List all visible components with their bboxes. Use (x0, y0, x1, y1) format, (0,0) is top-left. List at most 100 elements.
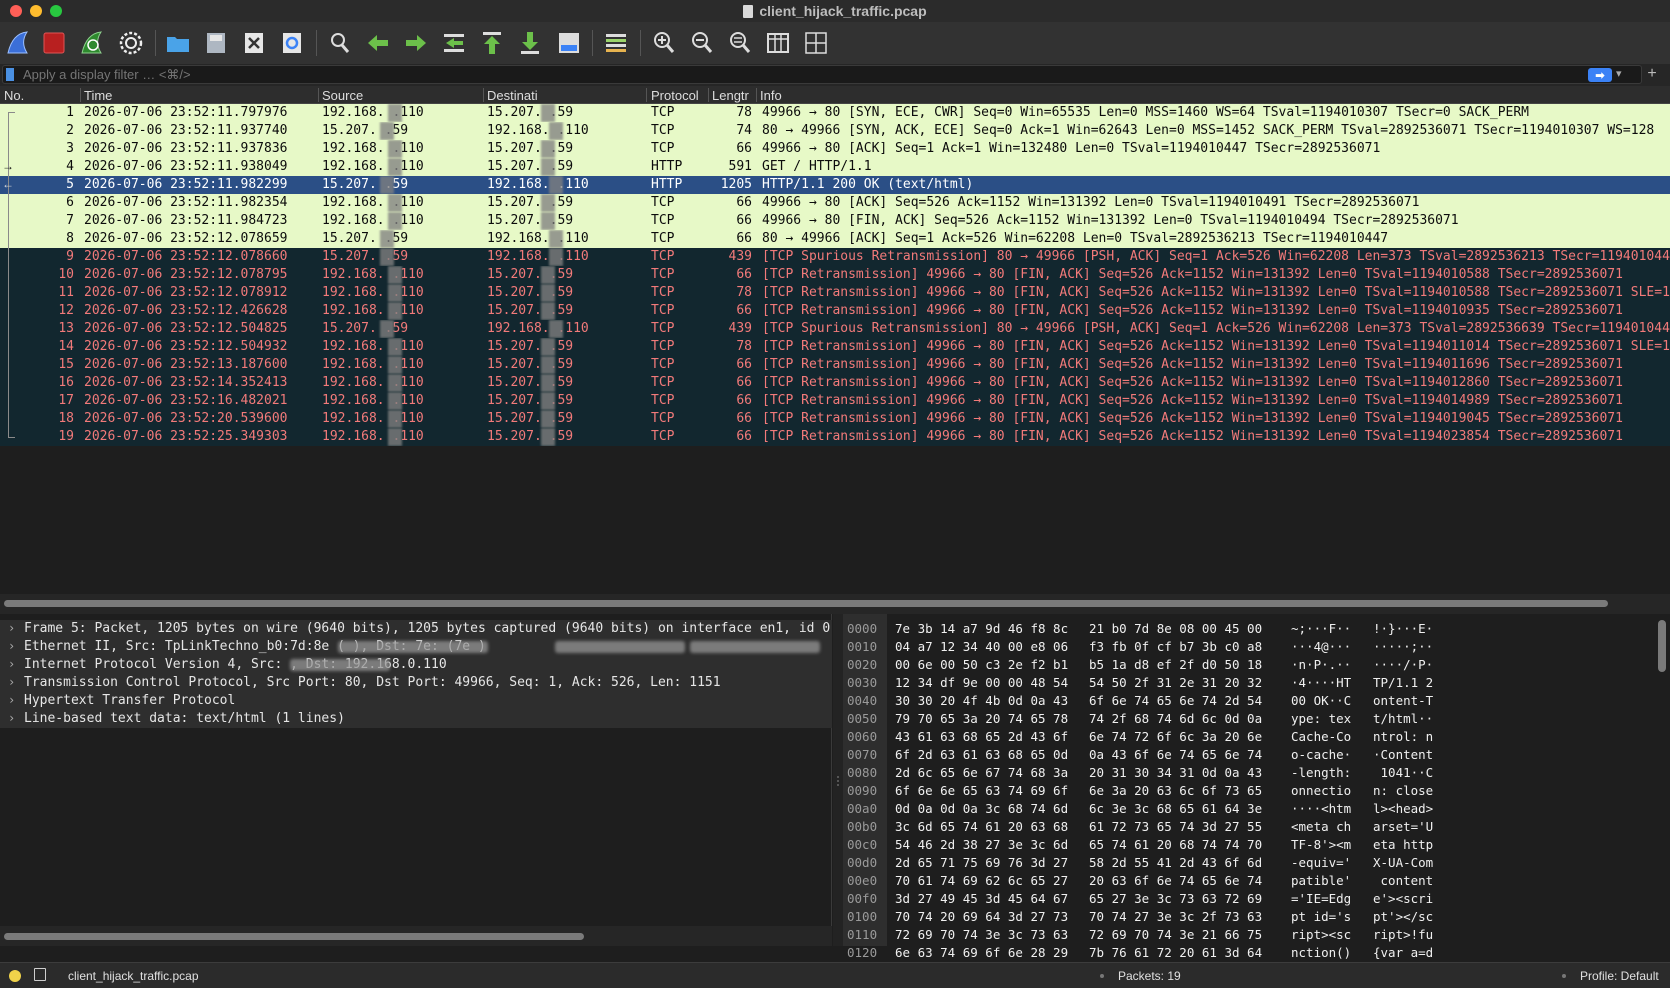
ascii-bytes[interactable]: eta http (1373, 837, 1433, 852)
ascii-bytes[interactable]: ·····;·· (1373, 639, 1433, 654)
hex-bytes[interactable]: 3c 6d 65 74 61 20 63 68 (895, 819, 1068, 834)
hex-bytes[interactable]: 70 61 74 69 62 6c 65 27 (895, 873, 1068, 888)
hex-bytes[interactable]: f3 fb 0f cf b7 3b c0 a8 (1089, 639, 1262, 654)
hex-bytes[interactable]: 74 2f 68 74 6d 6c 0d 0a (1089, 711, 1262, 726)
ascii-bytes[interactable]: l><head> (1373, 801, 1433, 816)
hex-bytes[interactable]: 43 61 63 68 65 2d 43 6f (895, 729, 1068, 744)
byte-offset[interactable]: 0050 (847, 711, 877, 726)
ascii-bytes[interactable]: ~;···F·· (1291, 621, 1351, 636)
packet-row[interactable]: 5 2026-07-06 23:52:11.982299 15.207. .59 19… (0, 176, 1670, 194)
hex-bytes[interactable]: 00 6e 00 50 c3 2e f2 b1 (895, 657, 1068, 672)
ascii-bytes[interactable]: ype: tex (1291, 711, 1351, 726)
hex-bytes[interactable]: 30 30 20 4f 4b 0d 0a 43 (895, 693, 1068, 708)
hex-bytes[interactable]: 7b 76 61 72 20 61 3d 64 (1089, 945, 1262, 960)
expand-chevron-icon[interactable]: › (8, 675, 15, 689)
reload-file-icon[interactable] (279, 30, 305, 56)
ascii-bytes[interactable]: arset='U (1373, 819, 1433, 834)
hex-bytes[interactable]: 20 63 6f 6e 74 65 6e 74 (1089, 873, 1262, 888)
byte-offset[interactable]: 0000 (847, 621, 877, 636)
byte-offset[interactable]: 0010 (847, 639, 877, 654)
byte-offset[interactable]: 0120 (847, 945, 877, 960)
hex-bytes[interactable]: 70 74 27 3e 3c 2f 73 63 (1089, 909, 1262, 924)
hex-bytes[interactable]: 54 50 2f 31 2e 31 20 32 (1089, 675, 1262, 690)
packet-row[interactable]: 15 2026-07-06 23:52:13.187600 192.168. .11… (0, 356, 1670, 374)
column-separator[interactable] (646, 88, 647, 102)
ascii-bytes[interactable]: onnectio (1291, 783, 1351, 798)
expert-info-led-icon[interactable] (9, 970, 21, 982)
column-separator[interactable] (708, 88, 709, 102)
column-header-destination[interactable]: Destinati (487, 88, 538, 103)
hex-bytes[interactable]: 0d 0a 0d 0a 3c 68 74 6d (895, 801, 1068, 816)
hex-bytes[interactable]: 6e 74 72 6f 6c 3a 20 6e (1089, 729, 1262, 744)
layout-icon[interactable] (803, 30, 829, 56)
hex-bytes[interactable]: 12 34 df 9e 00 00 48 54 (895, 675, 1068, 690)
byte-offset[interactable]: 00c0 (847, 837, 877, 852)
byte-offset[interactable]: 00b0 (847, 819, 877, 834)
ascii-bytes[interactable]: 1041··C (1373, 765, 1434, 780)
ascii-bytes[interactable]: -equiv=' (1291, 855, 1351, 870)
packet-row[interactable]: 18 2026-07-06 23:52:20.539600 192.168. .11… (0, 410, 1670, 428)
ascii-bytes[interactable]: ontent-T (1373, 693, 1433, 708)
packet-row[interactable]: 2 2026-07-06 23:52:11.937740 15.207. .59 19… (0, 122, 1670, 140)
hex-bytes[interactable]: 20 31 30 34 31 0d 0a 43 (1089, 765, 1262, 780)
ascii-bytes[interactable]: X-UA-Com (1373, 855, 1433, 870)
hex-bytes[interactable]: 7e 3b 14 a7 9d 46 f8 8c (895, 621, 1068, 636)
byte-offset[interactable]: 0090 (847, 783, 877, 798)
status-profile[interactable]: Profile: Default (1580, 969, 1659, 983)
close-file-icon[interactable] (241, 30, 267, 56)
restart-capture-icon[interactable] (79, 30, 105, 56)
hex-bytes[interactable]: 6c 3e 3c 68 65 61 64 3e (1089, 801, 1262, 816)
stop-capture-icon[interactable] (41, 30, 67, 56)
packet-row[interactable]: 12 2026-07-06 23:52:12.426628 192.168. .11… (0, 302, 1670, 320)
packet-row[interactable]: 14 2026-07-06 23:52:12.504932 192.168. .11… (0, 338, 1670, 356)
details-tree-item[interactable]: › Ethernet II, Src: TpLinkTechno_b0:7d:8e… (0, 638, 832, 656)
expand-chevron-icon[interactable]: › (8, 711, 15, 725)
byte-offset[interactable]: 00d0 (847, 855, 877, 870)
ascii-bytes[interactable]: n: close (1373, 783, 1433, 798)
scrollbar-thumb[interactable] (4, 600, 1608, 607)
auto-scroll-icon[interactable] (556, 30, 582, 56)
byte-offset[interactable]: 0110 (847, 927, 877, 942)
ascii-bytes[interactable]: ·n·P·.·· (1291, 657, 1351, 672)
ascii-bytes[interactable]: ='IE=Edg (1291, 891, 1351, 906)
go-to-first-packet-icon[interactable] (479, 30, 505, 56)
hex-bytes[interactable]: 58 2d 55 41 2d 43 6f 6d (1089, 855, 1262, 870)
byte-offset[interactable]: 0070 (847, 747, 877, 762)
byte-offset[interactable]: 0040 (847, 693, 877, 708)
packet-row[interactable]: 6 2026-07-06 23:52:11.982354 192.168. .110… (0, 194, 1670, 212)
ascii-bytes[interactable]: ntrol: n (1373, 729, 1433, 744)
open-file-folder-icon[interactable] (165, 30, 191, 56)
column-separator[interactable] (756, 88, 757, 102)
packet-row[interactable]: 9 2026-07-06 23:52:12.078660 15.207. .59 19… (0, 248, 1670, 266)
hex-bytes[interactable]: 72 69 70 74 3e 21 66 75 (1089, 927, 1262, 942)
packet-row[interactable]: 1 2026-07-06 23:52:11.797976 192.168. .110… (0, 104, 1670, 122)
hex-bytes[interactable]: 6e 63 74 69 6f 6e 28 29 (895, 945, 1068, 960)
hex-bytes[interactable]: 6f 6e 6e 65 63 74 69 6f (895, 783, 1068, 798)
packet-row[interactable]: 17 2026-07-06 23:52:16.482021 192.168. .11… (0, 392, 1670, 410)
filter-bookmark-icon[interactable] (6, 68, 14, 81)
ascii-bytes[interactable]: pt id='s (1291, 909, 1351, 924)
start-capture-fin-icon[interactable] (5, 30, 31, 56)
hex-bytes[interactable]: 0a 43 6f 6e 74 65 6e 74 (1089, 747, 1262, 762)
details-horizontal-scrollbar[interactable] (0, 926, 832, 946)
byte-offset[interactable]: 0100 (847, 909, 877, 924)
expand-chevron-icon[interactable]: › (8, 657, 15, 671)
byte-offset[interactable]: 0060 (847, 729, 877, 744)
go-to-packet-icon[interactable] (441, 30, 467, 56)
byte-offset[interactable]: 0020 (847, 657, 877, 672)
byte-offset[interactable]: 00e0 (847, 873, 877, 888)
column-separator[interactable] (318, 88, 319, 102)
ascii-bytes[interactable]: patible' (1291, 873, 1351, 888)
zoom-in-icon[interactable] (651, 30, 677, 56)
hex-bytes[interactable]: 54 46 2d 38 27 3e 3c 6d (895, 837, 1068, 852)
go-back-arrow-icon[interactable] (365, 30, 391, 56)
ascii-bytes[interactable]: TF-8'><m (1291, 837, 1351, 852)
column-separator[interactable] (483, 88, 484, 102)
ascii-bytes[interactable]: e'><scri (1373, 891, 1433, 906)
details-tree-item[interactable]: › Hypertext Transfer Protocol (0, 692, 832, 710)
column-separator[interactable] (80, 88, 81, 102)
hex-bytes[interactable]: 04 a7 12 34 40 00 e8 06 (895, 639, 1068, 654)
details-tree-item[interactable]: › Frame 5: Packet, 1205 bytes on wire (96… (0, 620, 832, 638)
column-header-source[interactable]: Source (322, 88, 363, 103)
resize-columns-icon[interactable] (765, 30, 791, 56)
